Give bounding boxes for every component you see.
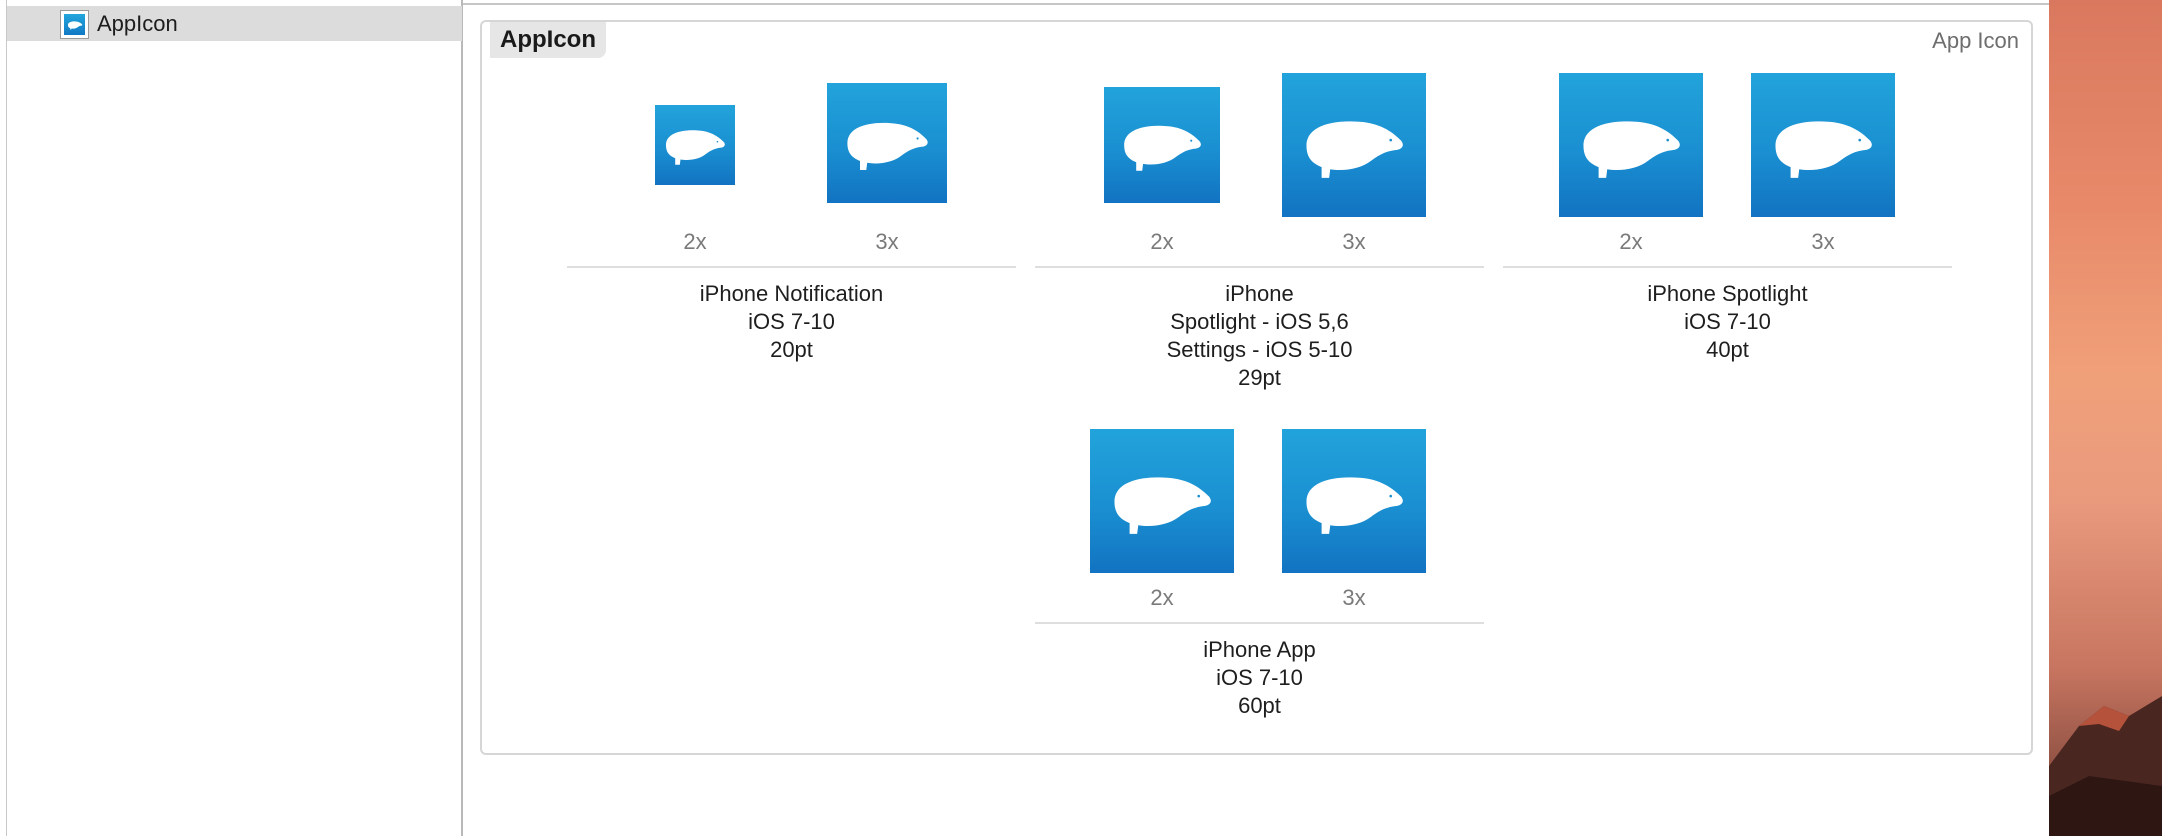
navigator-item-label: AppIcon xyxy=(97,11,178,36)
scale-label: 3x xyxy=(1342,229,1366,254)
scale-label: 2x xyxy=(1619,229,1643,254)
scale-label: 2x xyxy=(683,229,707,254)
asset-navigator: AppIcon xyxy=(0,0,463,836)
icon-slot-settings-3x[interactable] xyxy=(1282,73,1426,217)
group-divider xyxy=(1035,266,1484,268)
group-label-notification: iPhone Notification iOS 7-10 20pt xyxy=(699,281,884,362)
navigator-edge xyxy=(6,0,7,836)
polar-bear-icon xyxy=(827,83,947,203)
scale-label: 3x xyxy=(1811,229,1835,254)
group-label-app: iPhone App iOS 7-10 60pt xyxy=(1203,637,1316,718)
polar-bear-icon xyxy=(655,105,735,185)
asset-title: AppIcon xyxy=(490,22,606,58)
polar-bear-icon xyxy=(1282,73,1426,217)
app-icon-set-icon xyxy=(60,10,89,39)
icon-slot-settings-2x[interactable] xyxy=(1104,87,1220,203)
icon-slot-spotlight-3x[interactable] xyxy=(1751,73,1895,217)
app-icon-set-panel: AppIcon App Icon 2x 3x iPhone Notificati… xyxy=(480,20,2033,755)
scale-label: 2x xyxy=(1150,585,1174,610)
group-label-settings: iPhone Spotlight - iOS 5,6 Settings - iO… xyxy=(1166,281,1353,390)
group-label-spotlight: iPhone Spotlight iOS 7-10 40pt xyxy=(1647,281,1808,362)
group-divider xyxy=(567,266,1016,268)
icon-slot-notification-2x[interactable] xyxy=(655,105,735,185)
scale-label: 3x xyxy=(1342,585,1366,610)
desktop-wallpaper xyxy=(2049,0,2162,836)
scale-label: 3x xyxy=(875,229,899,254)
group-divider xyxy=(1035,622,1484,624)
icon-slot-app-2x[interactable] xyxy=(1090,429,1234,573)
polar-bear-icon xyxy=(1090,429,1234,573)
icon-slot-app-3x[interactable] xyxy=(1282,429,1426,573)
editor-top-border xyxy=(463,0,2049,5)
icon-slot-spotlight-2x[interactable] xyxy=(1559,73,1703,217)
scale-label: 2x xyxy=(1150,229,1174,254)
group-divider xyxy=(1503,266,1952,268)
mountain-wallpaper-image xyxy=(2049,696,2162,836)
polar-bear-icon xyxy=(1104,87,1220,203)
polar-bear-icon xyxy=(1559,73,1703,217)
polar-bear-icon xyxy=(1282,429,1426,573)
icon-slot-notification-3x[interactable] xyxy=(827,83,947,203)
polar-bear-icon xyxy=(1751,73,1895,217)
asset-type-label: App Icon xyxy=(1932,28,2019,53)
navigator-item-appicon[interactable]: AppIcon xyxy=(7,6,462,41)
